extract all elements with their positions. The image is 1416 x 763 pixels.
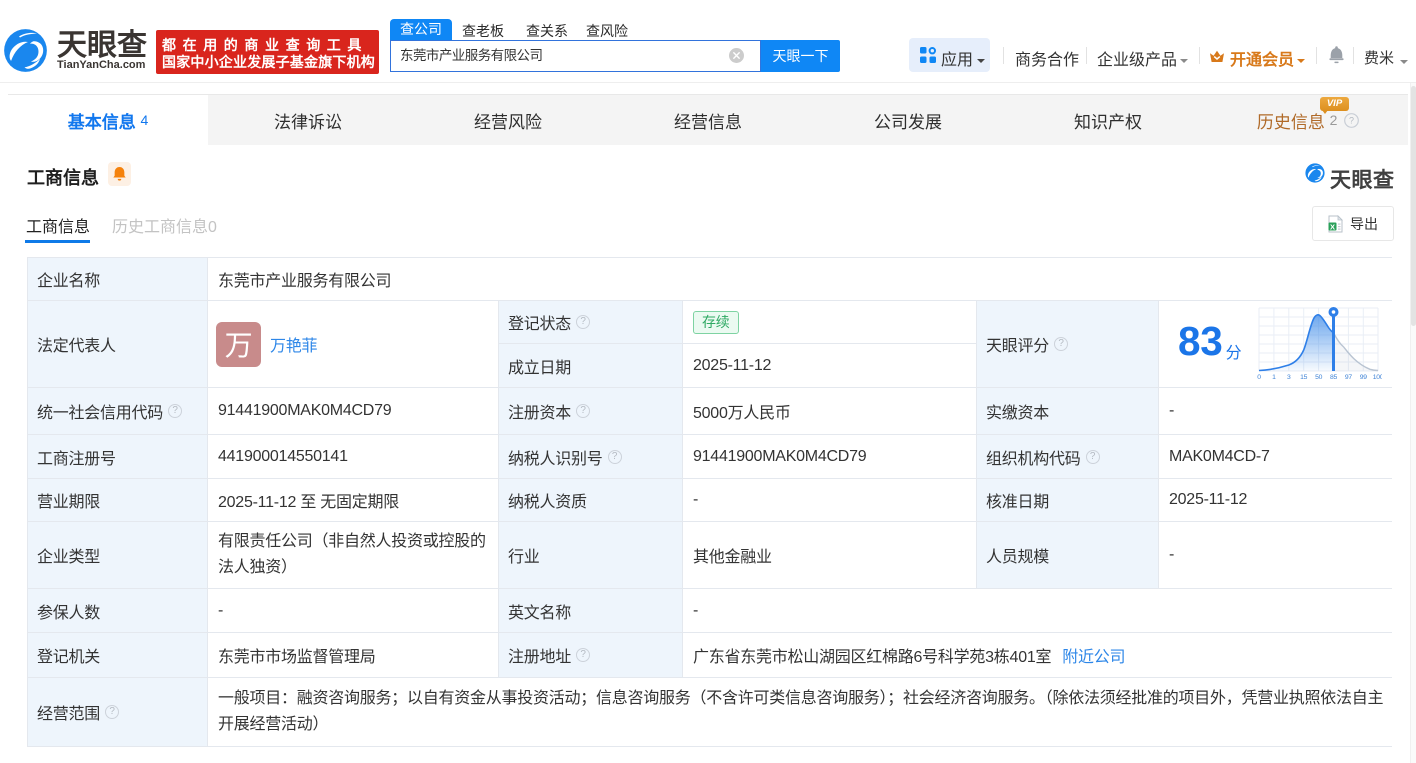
svg-text:97: 97 [1345, 374, 1353, 380]
svg-text:0: 0 [1257, 374, 1261, 380]
svg-text:X: X [1330, 222, 1335, 231]
svg-text:?: ? [1349, 115, 1354, 125]
svg-text:50: 50 [1315, 374, 1323, 380]
svg-text:15: 15 [1300, 374, 1308, 380]
svg-text:1: 1 [1272, 374, 1276, 380]
svg-text:85: 85 [1330, 374, 1338, 380]
svg-text:99: 99 [1360, 374, 1368, 380]
svg-text:3: 3 [1287, 374, 1291, 380]
svg-text:100: 100 [1373, 374, 1382, 380]
